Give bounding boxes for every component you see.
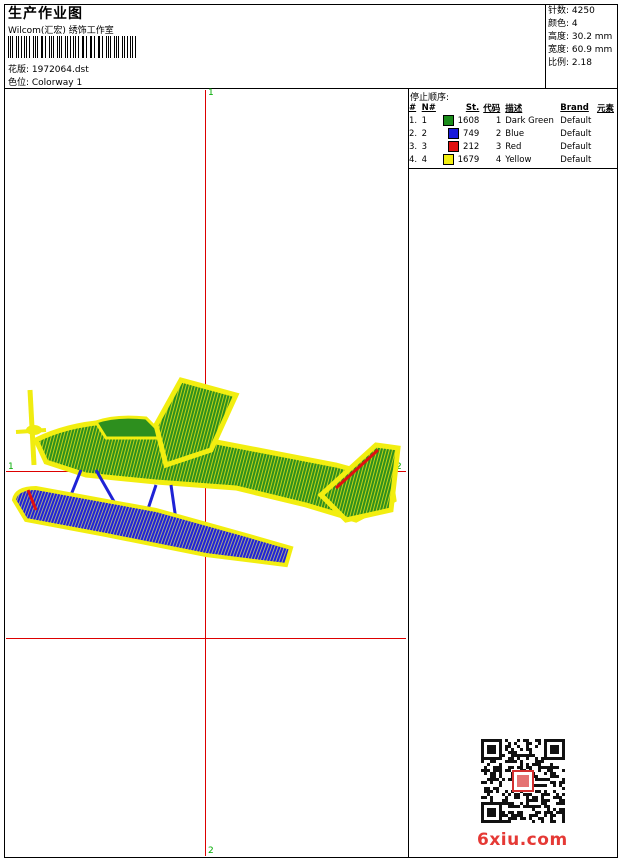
color-count: 颜色: 4 xyxy=(548,19,578,29)
row-desc: Dark Green xyxy=(505,115,554,126)
stop-table-divider xyxy=(408,168,618,169)
row-desc: Yellow xyxy=(505,154,532,165)
row-code: 2 xyxy=(495,128,502,139)
row-desc: Blue xyxy=(505,128,525,139)
company-name: Wilcom(汇宏) 绣饰工作室 xyxy=(8,26,114,36)
color-swatch xyxy=(442,154,454,165)
col-header-desc: 描述 xyxy=(505,103,523,114)
row-brand: Default xyxy=(560,115,592,126)
color-swatch xyxy=(442,115,454,126)
row-needle: 4 xyxy=(421,154,428,165)
qr-code xyxy=(480,738,566,824)
header-divider-vertical xyxy=(545,4,546,88)
canvas-divider xyxy=(408,88,409,858)
site-watermark: 6xiu.com xyxy=(477,830,568,850)
row-brand: Default xyxy=(560,141,592,152)
row-stitches: 749 xyxy=(463,129,480,139)
row-brand: Default xyxy=(560,128,592,139)
page-title: 生产作业图 xyxy=(8,6,83,22)
header-divider xyxy=(4,88,618,89)
row-needle: 2 xyxy=(421,128,428,139)
tail xyxy=(317,442,401,523)
color-swatch xyxy=(448,128,460,139)
row-code: 1 xyxy=(495,115,502,126)
col-header-num: # xyxy=(409,102,417,113)
marker-bottom: 2 xyxy=(208,846,214,856)
lower-guide-line xyxy=(6,638,406,639)
row-code: 4 xyxy=(495,154,502,165)
design-stats: 针数: 4250 颜色: 4 高度: 30.2 mm 宽度: 60.9 mm 比… xyxy=(548,5,612,70)
col-header-stitches: St. xyxy=(465,102,480,113)
row-code: 3 xyxy=(495,141,502,152)
design-file: 花版: 1972064.dst xyxy=(8,65,89,75)
row-stitches: 212 xyxy=(463,142,480,152)
table-row: 4. 4 1679 4 Yellow Default xyxy=(407,153,617,166)
col-header-element: 元素 xyxy=(596,103,614,114)
colorway: 色位: Colorway 1 xyxy=(8,78,83,88)
row-desc: Red xyxy=(505,141,522,152)
col-header-brand: Brand xyxy=(560,102,589,113)
row-brand: Default xyxy=(560,154,592,165)
row-stitches: 1608 xyxy=(457,116,480,126)
col-header-n: N# xyxy=(421,102,436,113)
row-needle: 3 xyxy=(421,141,428,152)
barcode xyxy=(8,36,138,58)
stop-sequence-table: # N# St. 代码 描述 Brand 元素 1. 1 1608 1 Dark Gre… xyxy=(407,101,617,166)
color-swatch xyxy=(448,141,460,152)
col-header-code: 代码 xyxy=(483,103,501,114)
row-num: 3. xyxy=(409,141,418,152)
design-ratio: 比例: 2.18 xyxy=(548,58,592,68)
design-height: 高度: 30.2 mm xyxy=(548,32,613,42)
stitch-count: 针数: 4250 xyxy=(548,6,595,16)
row-stitches: 1679 xyxy=(457,155,480,165)
row-num: 2. xyxy=(409,128,418,139)
table-row: 2. 2 749 2 Blue Default xyxy=(407,127,617,140)
seaplane-embroidery xyxy=(11,377,401,568)
table-row: 3. 3 212 3 Red Default xyxy=(407,140,617,153)
row-num: 4. xyxy=(409,154,418,165)
table-row: 1. 1 1608 1 Dark Green Default xyxy=(407,114,617,127)
row-needle: 1 xyxy=(421,115,428,126)
table-header-row: # N# St. 代码 描述 Brand 元素 xyxy=(407,101,617,114)
marker-top: 1 xyxy=(208,88,214,98)
row-num: 1. xyxy=(409,115,418,126)
design-width: 宽度: 60.9 mm xyxy=(548,45,613,55)
